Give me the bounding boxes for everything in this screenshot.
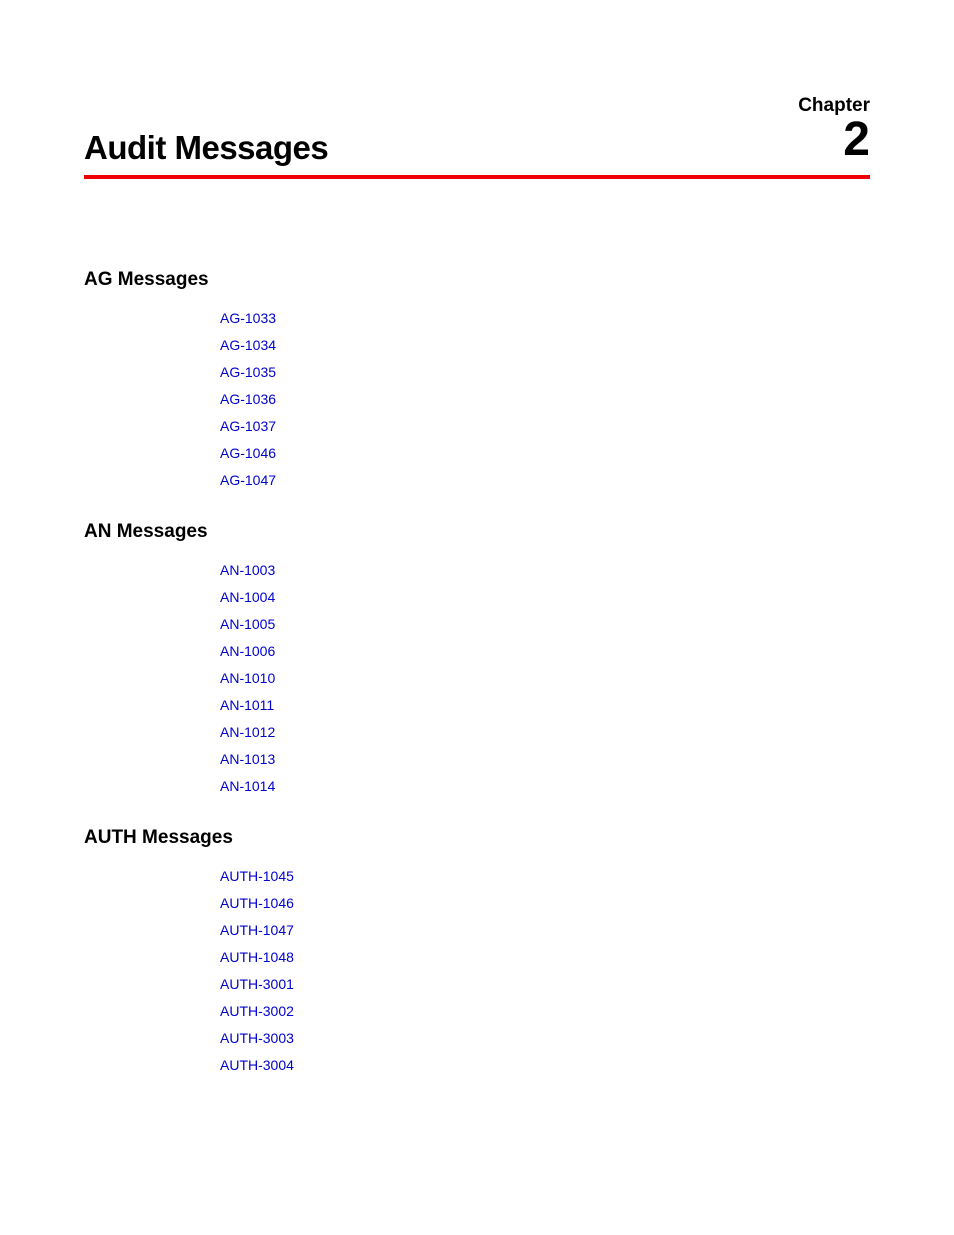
section-ag-messages: AG Messages AG-1033 AG-1034 AG-1035 AG-1… <box>84 269 870 487</box>
message-link[interactable]: AN-1005 <box>220 617 870 631</box>
link-list: AG-1033 AG-1034 AG-1035 AG-1036 AG-1037 … <box>84 311 870 487</box>
message-link[interactable]: AN-1003 <box>220 563 870 577</box>
message-link[interactable]: AG-1046 <box>220 446 870 460</box>
message-link[interactable]: AG-1036 <box>220 392 870 406</box>
message-link[interactable]: AN-1012 <box>220 725 870 739</box>
chapter-number: 2 <box>798 117 870 163</box>
link-list: AUTH-1045 AUTH-1046 AUTH-1047 AUTH-1048 … <box>84 869 870 1072</box>
link-list: AN-1003 AN-1004 AN-1005 AN-1006 AN-1010 … <box>84 563 870 793</box>
message-link[interactable]: AG-1033 <box>220 311 870 325</box>
message-link[interactable]: AG-1035 <box>220 365 870 379</box>
section-heading: AG Messages <box>84 269 870 291</box>
message-link[interactable]: AN-1004 <box>220 590 870 604</box>
red-divider <box>84 175 870 179</box>
message-link[interactable]: AG-1047 <box>220 473 870 487</box>
message-link[interactable]: AUTH-3001 <box>220 977 870 991</box>
page-container: Audit Messages Chapter 2 AG Messages AG-… <box>0 0 954 1072</box>
message-link[interactable]: AG-1034 <box>220 338 870 352</box>
section-heading: AN Messages <box>84 521 870 543</box>
message-link[interactable]: AUTH-3003 <box>220 1031 870 1045</box>
message-link[interactable]: AUTH-3004 <box>220 1058 870 1072</box>
chapter-header: Audit Messages Chapter 2 <box>84 100 870 175</box>
message-link[interactable]: AN-1014 <box>220 779 870 793</box>
message-link[interactable]: AUTH-1047 <box>220 923 870 937</box>
section-an-messages: AN Messages AN-1003 AN-1004 AN-1005 AN-1… <box>84 521 870 793</box>
section-heading: AUTH Messages <box>84 827 870 849</box>
message-link[interactable]: AN-1011 <box>220 698 870 712</box>
message-link[interactable]: AN-1010 <box>220 671 870 685</box>
message-link[interactable]: AUTH-1045 <box>220 869 870 883</box>
message-link[interactable]: AUTH-1046 <box>220 896 870 910</box>
chapter-title: Audit Messages <box>84 129 328 167</box>
message-link[interactable]: AN-1006 <box>220 644 870 658</box>
message-link[interactable]: AUTH-1048 <box>220 950 870 964</box>
chapter-label-block: Chapter 2 <box>798 96 870 163</box>
message-link[interactable]: AN-1013 <box>220 752 870 766</box>
section-auth-messages: AUTH Messages AUTH-1045 AUTH-1046 AUTH-1… <box>84 827 870 1072</box>
message-link[interactable]: AG-1037 <box>220 419 870 433</box>
message-link[interactable]: AUTH-3002 <box>220 1004 870 1018</box>
